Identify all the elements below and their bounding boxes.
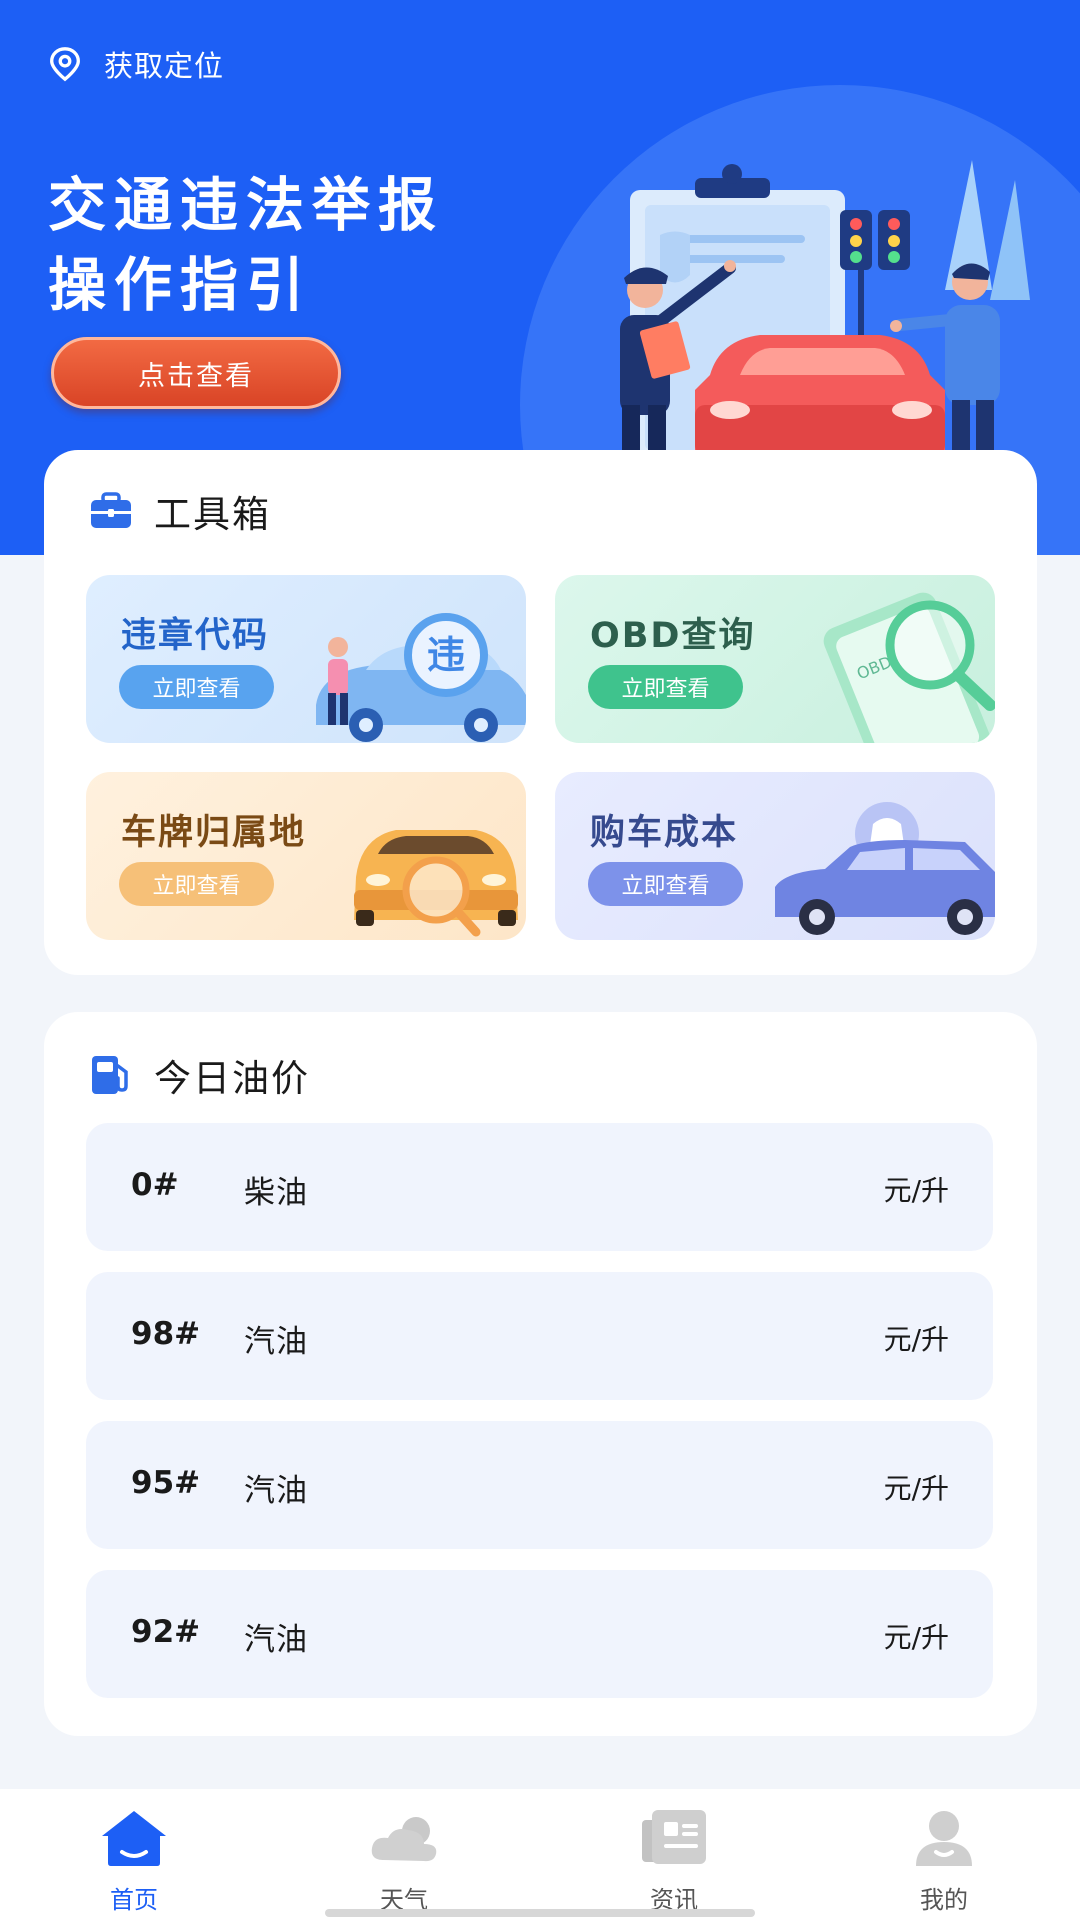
nav-item-home[interactable]: 首页 [54,1789,214,1920]
oil-price-row[interactable]: 98# 汽油 元/升 [86,1272,993,1400]
nav-label: 首页 [110,1886,158,1914]
oil-grade: 92# [131,1614,201,1650]
location-button[interactable]: 获取定位 [46,44,224,84]
oil-price-row[interactable]: 0# 柴油 元/升 [86,1123,993,1251]
oil-grade: 95# [131,1465,201,1501]
home-indicator[interactable] [325,1909,755,1917]
bottom-nav: 首页 天气 资讯 我的 [0,1789,1080,1920]
oil-type: 柴油 [244,1175,308,1211]
tool-obd-query[interactable]: OBD查询 立即查看 OBD [555,575,995,743]
banner-title-line-2: 操作指引 [48,251,313,319]
tool-view-button[interactable]: 立即查看 [588,665,743,709]
oil-unit: 元/升 [883,1472,949,1505]
banner-title: 交通违法举报 操作指引 [48,165,444,325]
oil-price-title: 今日油价 [154,1057,310,1100]
tool-title: 违章代码 [121,616,270,656]
oil-grade: 98# [131,1316,201,1352]
cloud-icon [371,1817,437,1862]
toolbox-title: 工具箱 [154,493,271,536]
home-screen: 获取定位 交通违法举报 操作指引 点击查看 工具箱 违章代码 立即查看 违 OB… [0,0,1080,1920]
oil-unit: 元/升 [883,1621,949,1654]
nav-item-weather[interactable]: 天气 [324,1789,484,1920]
toolbox-icon [91,492,131,528]
user-icon [916,1811,972,1866]
tool-view-button[interactable]: 立即查看 [588,862,743,906]
tool-violation-code[interactable]: 违章代码 立即查看 违 [86,575,526,743]
plate-car-illustration [354,830,518,937]
oil-price-card: 今日油价 0# 柴油 元/升 98# 汽油 元/升 95# 汽油 元/升 92#… [44,1012,1037,1736]
tool-plate-location[interactable]: 车牌归属地 立即查看 [86,772,526,940]
tool-view-button[interactable]: 立即查看 [119,862,274,906]
toolbox-card: 工具箱 违章代码 立即查看 违 OBD查询 立即查看 OBD 车牌归属地 立即查… [44,450,1037,975]
oil-type: 汽油 [244,1324,308,1360]
violation-badge-text: 违 [427,633,465,677]
home-icon [102,1811,166,1866]
obd-phone-illustration: OBD [823,592,995,743]
tool-title: 车牌归属地 [121,813,307,853]
oil-type: 汽油 [244,1622,308,1658]
oil-price-row[interactable]: 92# 汽油 元/升 [86,1570,993,1698]
banner-title-line-1: 交通违法举报 [48,171,445,239]
news-icon [642,1810,706,1864]
car-cost-illustration [775,802,995,935]
banner-view-button[interactable]: 点击查看 [51,337,341,409]
location-label: 获取定位 [104,49,225,83]
location-pin-icon [50,47,80,82]
tool-title: 购车成本 [590,813,739,853]
nav-item-news[interactable]: 资讯 [594,1789,754,1920]
oil-price-header: 今日油价 [88,1050,310,1100]
traffic-report-illustration [620,160,1030,455]
nav-label: 我的 [920,1886,968,1914]
toolbox-header: 工具箱 [88,486,271,536]
tool-view-button[interactable]: 立即查看 [119,665,274,709]
nav-item-profile[interactable]: 我的 [864,1789,1024,1920]
oil-grade: 0# [131,1167,179,1203]
gas-station-icon [92,1056,128,1094]
oil-price-row[interactable]: 95# 汽油 元/升 [86,1421,993,1549]
tool-title: OBD查询 [590,616,756,656]
oil-unit: 元/升 [883,1323,949,1356]
oil-type: 汽油 [244,1473,308,1509]
oil-unit: 元/升 [883,1174,949,1207]
tool-car-cost[interactable]: 购车成本 立即查看 [555,772,995,940]
violation-car-illustration: 违 [316,613,526,742]
